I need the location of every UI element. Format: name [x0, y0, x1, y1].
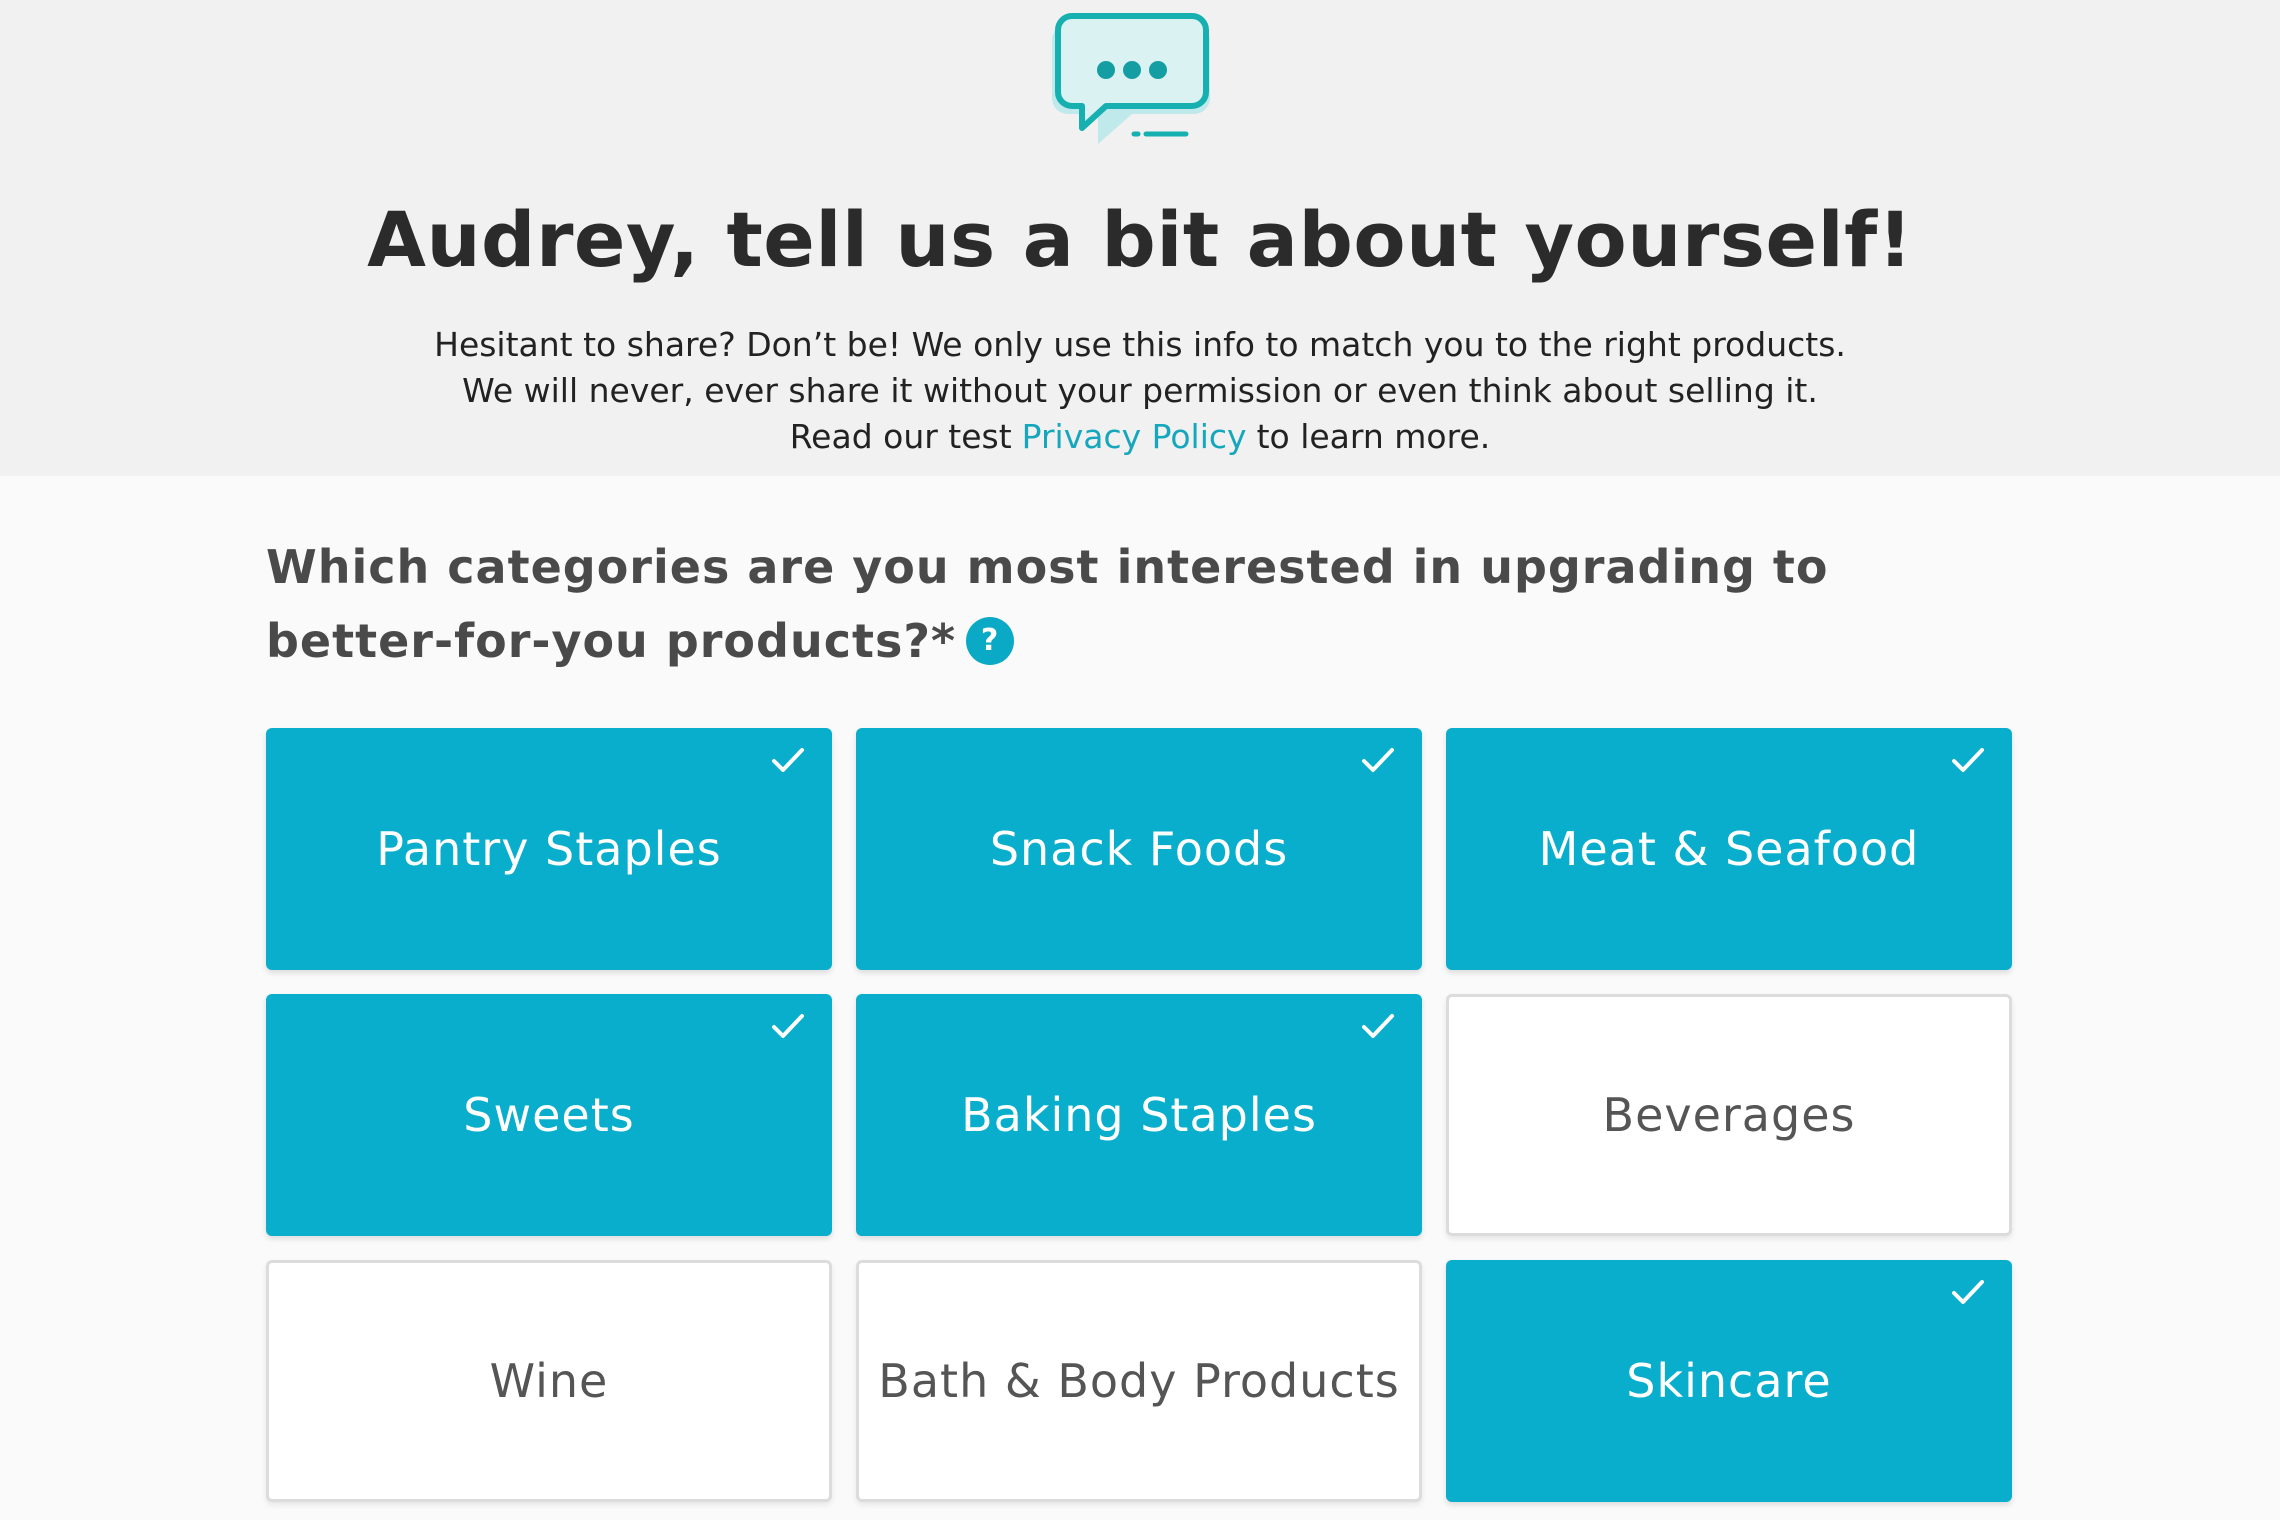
- category-tile-baking-staples[interactable]: Baking Staples: [856, 994, 1422, 1236]
- intro-line-3-after: to learn more.: [1256, 417, 1491, 456]
- category-tile-skincare[interactable]: Skincare: [1446, 1260, 2012, 1502]
- check-icon: [772, 748, 804, 772]
- category-label: Pantry Staples: [376, 822, 722, 876]
- chat-bubble-icon: [1052, 13, 1210, 144]
- privacy-policy-link[interactable]: Privacy Policy: [1022, 417, 1247, 456]
- question-text: Which categories are you most interested…: [266, 540, 1829, 668]
- category-tile-beverages[interactable]: Beverages: [1446, 994, 2012, 1236]
- check-icon: [1362, 748, 1394, 772]
- category-tile-sweets[interactable]: Sweets: [266, 994, 832, 1236]
- category-label: Skincare: [1626, 1354, 1832, 1408]
- category-label: Meat & Seafood: [1538, 822, 1920, 876]
- category-tile-snack-foods[interactable]: Snack Foods: [856, 728, 1422, 970]
- check-icon: [1362, 1014, 1394, 1038]
- category-label: Beverages: [1602, 1088, 1856, 1142]
- category-tile-meat-seafood[interactable]: Meat & Seafood: [1446, 728, 2012, 970]
- check-icon: [1952, 748, 1984, 772]
- intro-line-1: Hesitant to share? Don’t be! We only use…: [434, 325, 1846, 364]
- category-question: Which categories are you most interested…: [266, 530, 2026, 678]
- category-label: Wine: [489, 1354, 609, 1408]
- check-icon: [1952, 1280, 1984, 1304]
- category-label: Snack Foods: [989, 822, 1289, 876]
- category-tile-bath-body-products[interactable]: Bath & Body Products: [856, 1260, 1422, 1502]
- category-label: Sweets: [463, 1088, 635, 1142]
- intro-line-3: Read our test Privacy Policy to learn more…: [0, 414, 2280, 460]
- category-label: Baking Staples: [961, 1088, 1317, 1142]
- page-title: Audrey, tell us a bit about yourself!: [367, 195, 1913, 284]
- category-tile-pantry-staples[interactable]: Pantry Staples: [266, 728, 832, 970]
- category-label: Bath & Body Products: [878, 1354, 1400, 1408]
- category-tile-wine[interactable]: Wine: [266, 1260, 832, 1502]
- header-band: Audrey, tell us a bit about yourself! He…: [0, 0, 2280, 476]
- intro-line-3-before: Read our test: [789, 417, 1012, 456]
- check-icon: [772, 1014, 804, 1038]
- category-grid: Pantry Staples Snack Foods Meat & Seafoo…: [266, 728, 2014, 1502]
- intro-text: Hesitant to share? Don’t be! We only use…: [0, 322, 2280, 460]
- intro-line-2: We will never, ever share it without you…: [462, 371, 1818, 410]
- help-icon[interactable]: ?: [966, 616, 1015, 665]
